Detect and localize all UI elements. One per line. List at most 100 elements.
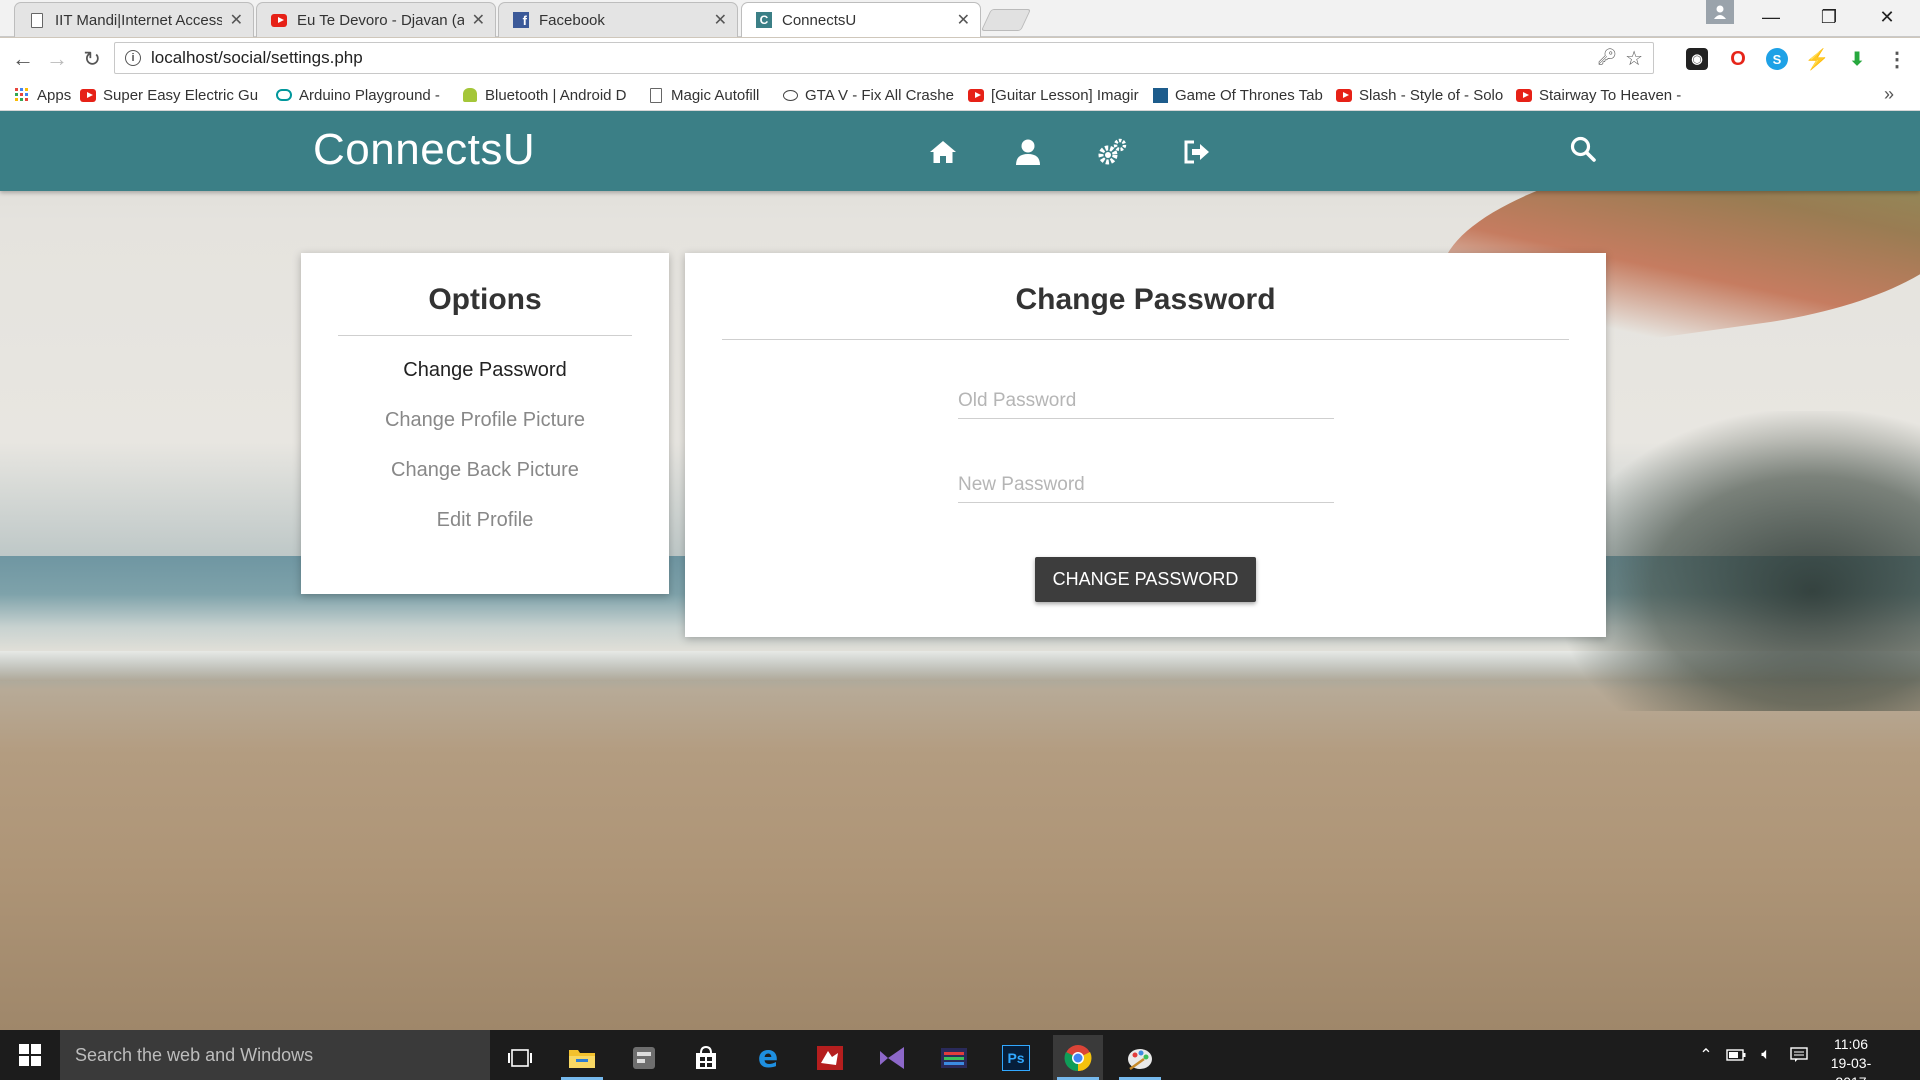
option-change-back-picture[interactable]: Change Back Picture xyxy=(301,459,669,482)
minimize-icon[interactable]: — xyxy=(1742,2,1800,32)
bookmark-apps[interactable]: Apps xyxy=(14,87,80,104)
extension-incognito-icon[interactable]: ◉ xyxy=(1686,48,1708,70)
change-password-button[interactable]: CHANGE PASSWORD xyxy=(1035,557,1256,602)
extension-blue-icon[interactable]: S xyxy=(1766,48,1788,70)
reload-icon[interactable]: ↻ xyxy=(77,44,107,74)
profile-icon[interactable] xyxy=(1706,0,1734,24)
browser-toolbar: ← → ↻ i localhost/social/settings.php 🔑︎… xyxy=(0,38,1920,80)
tab-connectsu[interactable]: C ConnectsU ✕ xyxy=(741,2,981,37)
store-icon[interactable] xyxy=(681,1035,731,1080)
youtube-icon xyxy=(1516,87,1532,103)
close-tab-icon[interactable]: ✕ xyxy=(230,10,243,30)
old-password-field[interactable] xyxy=(958,383,1334,419)
bookmark-label: GTA V - Fix All Crashe xyxy=(805,86,954,104)
arduino-icon xyxy=(276,87,292,103)
bookmark-label: Super Easy Electric Gu xyxy=(103,86,259,104)
site-brand[interactable]: ConnectsU xyxy=(313,125,535,175)
bookmark-item[interactable]: Game Of Thrones Tab xyxy=(1152,87,1326,104)
tab-iit-mandi[interactable]: IIT Mandi|Internet Access ✕ xyxy=(14,2,254,37)
volume-icon[interactable]: 🔈︎ xyxy=(1754,1030,1778,1080)
youtube-icon xyxy=(271,12,287,28)
paint-icon[interactable] xyxy=(1115,1035,1165,1080)
bookmark-item[interactable]: Bluetooth | Android D xyxy=(462,87,638,104)
chrome-icon[interactable] xyxy=(1053,1035,1103,1080)
home-icon[interactable] xyxy=(927,136,959,168)
task-view-icon[interactable] xyxy=(495,1035,545,1080)
option-edit-profile[interactable]: Edit Profile xyxy=(301,509,669,532)
tab-facebook[interactable]: f Facebook ✕ xyxy=(498,2,738,37)
settings-icon[interactable] xyxy=(1096,136,1128,168)
user-icon[interactable] xyxy=(1012,136,1044,168)
bookmark-item[interactable]: Magic Autofill xyxy=(648,87,772,104)
change-password-title: Change Password xyxy=(1015,283,1276,316)
start-button[interactable] xyxy=(0,1030,60,1080)
media-app-icon[interactable] xyxy=(929,1035,979,1080)
notifications-icon[interactable] xyxy=(1786,1030,1812,1080)
close-tab-icon[interactable]: ✕ xyxy=(472,10,485,30)
forward-icon[interactable]: → xyxy=(42,44,72,74)
new-password-field[interactable] xyxy=(958,467,1334,503)
address-bar[interactable]: i localhost/social/settings.php 🔑︎ ☆ xyxy=(114,42,1654,74)
opera-vpn-icon[interactable]: O xyxy=(1727,48,1749,70)
tab-icon xyxy=(1152,87,1168,103)
bookmarks-bar: Apps Super Easy Electric Gu Arduino Play… xyxy=(0,80,1920,111)
download-icon[interactable]: ⬇ xyxy=(1846,48,1868,70)
windows-logo-icon xyxy=(19,1044,41,1066)
new-tab-button[interactable] xyxy=(980,9,1032,31)
android-icon xyxy=(462,87,478,103)
tab-youtube[interactable]: Eu Te Devoro - Djavan (a ✕ xyxy=(256,2,496,37)
taskbar-clock[interactable]: 11:06 19-03-2017 xyxy=(1816,1035,1886,1080)
divider xyxy=(338,335,632,336)
bookmark-label: Arduino Playground - xyxy=(299,86,440,104)
apps-grid-icon xyxy=(14,87,30,103)
connectsu-icon: C xyxy=(756,12,772,28)
page-viewport: ConnectsU Options Change Password Change… xyxy=(0,111,1920,1030)
bookmark-label: Stairway To Heaven - xyxy=(1539,86,1682,104)
key-icon[interactable]: 🔑︎ xyxy=(1597,47,1617,67)
edge-icon[interactable]: e xyxy=(743,1035,793,1080)
logout-icon[interactable] xyxy=(1181,136,1213,168)
option-change-profile-picture[interactable]: Change Profile Picture xyxy=(301,409,669,432)
search-icon[interactable] xyxy=(1567,133,1599,165)
bookmark-label: Slash - Style of - Solo xyxy=(1359,86,1504,104)
extension-bolt-icon[interactable]: ⚡ xyxy=(1805,48,1830,71)
reddit-icon xyxy=(782,87,798,103)
app-panel-icon[interactable] xyxy=(619,1035,669,1080)
facebook-icon: f xyxy=(513,12,529,28)
taskbar-search-box[interactable]: Search the web and Windows xyxy=(60,1030,490,1080)
close-window-icon[interactable]: ✕ xyxy=(1858,2,1916,32)
show-hidden-icons-icon[interactable]: ⌃ xyxy=(1696,1030,1716,1080)
clock-date: 19-03-2017 xyxy=(1830,1055,1872,1080)
tab-title: Eu Te Devoro - Djavan (a xyxy=(297,11,464,29)
bookmark-item[interactable]: Slash - Style of - Solo xyxy=(1336,87,1504,104)
tab-title: ConnectsU xyxy=(782,11,857,29)
youtube-icon xyxy=(1336,87,1352,103)
bookmark-item[interactable]: Stairway To Heaven - xyxy=(1516,87,1688,104)
windows-taskbar: Search the web and Windows e Ps ⌃ 🔈︎ 11:… xyxy=(0,1030,1920,1080)
battery-icon[interactable] xyxy=(1724,1030,1748,1080)
game-app-icon[interactable] xyxy=(805,1035,855,1080)
more-bookmarks-icon[interactable]: » xyxy=(1884,84,1894,105)
bookmark-label: Apps xyxy=(37,86,72,104)
close-tab-icon[interactable]: ✕ xyxy=(957,10,970,30)
clock-time: 11:06 xyxy=(1834,1036,1868,1052)
document-icon xyxy=(648,87,664,103)
options-panel: Options Change Password Change Profile P… xyxy=(301,253,669,594)
menu-icon[interactable]: ⋮ xyxy=(1886,48,1908,71)
info-icon[interactable]: i xyxy=(125,50,141,66)
visual-studio-icon[interactable] xyxy=(867,1035,917,1080)
options-title: Options xyxy=(428,283,542,316)
bookmark-item[interactable]: GTA V - Fix All Crashe xyxy=(782,87,958,104)
file-explorer-icon[interactable] xyxy=(557,1035,607,1080)
bookmark-star-icon[interactable]: ☆ xyxy=(1625,46,1643,71)
bookmark-item[interactable]: Super Easy Electric Gu xyxy=(80,87,264,104)
restore-icon[interactable]: ❐ xyxy=(1800,2,1858,32)
bookmark-item[interactable]: [Guitar Lesson] Imagir xyxy=(968,87,1140,104)
option-change-password[interactable]: Change Password xyxy=(301,359,669,382)
close-tab-icon[interactable]: ✕ xyxy=(714,10,727,30)
back-icon[interactable]: ← xyxy=(8,44,38,74)
bookmark-item[interactable]: Arduino Playground - xyxy=(276,87,454,104)
document-icon xyxy=(29,12,45,28)
tab-title: Facebook xyxy=(539,11,605,29)
photoshop-icon[interactable]: Ps xyxy=(991,1035,1041,1080)
